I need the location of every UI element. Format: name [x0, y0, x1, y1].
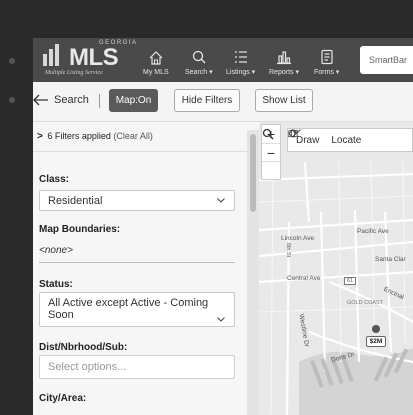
zoom-search-button[interactable] — [262, 128, 280, 179]
back-label: Search — [54, 94, 89, 106]
map-label-pacific: Pacific Ave — [357, 228, 389, 235]
class-select[interactable]: Residential — [39, 190, 235, 211]
side-dot-2 — [9, 97, 15, 103]
nav-search[interactable]: Search ▾ — [185, 41, 213, 79]
nav-reports-label: Reports ▾ — [269, 69, 299, 76]
map-boundaries-underline — [39, 262, 235, 263]
locate-tool[interactable]: Locate — [288, 129, 362, 146]
panel-scrollbar[interactable] — [247, 130, 259, 415]
chevron-down-icon — [217, 198, 225, 203]
dist-nbrhood-sub-label: Dist/Nbrhood/Sub: — [39, 342, 128, 353]
expand-chevron-icon[interactable]: > — [37, 131, 43, 142]
zoom-control: + − — [261, 124, 281, 180]
city-area-label: City/Area: — [39, 393, 87, 404]
map-label-8th: 8th St — [285, 242, 292, 258]
side-dot-1 — [9, 58, 15, 64]
map-view[interactable]: Lincoln Ave Pacific Ave Central Ave 61 S… — [259, 122, 413, 415]
nav-listings[interactable]: Listings ▾ — [226, 41, 255, 79]
filters-applied-text: 6 Filters applied — [47, 131, 111, 141]
map-label-gold-coast: GOLD COAST — [347, 300, 384, 306]
show-list-button[interactable]: Show List — [255, 89, 313, 112]
document-icon — [321, 49, 333, 65]
map-boundaries-label: Map Boundaries: — [39, 224, 121, 235]
map-icon — [288, 129, 298, 138]
logo-text: MLS — [69, 44, 119, 71]
logo-bars-icon — [43, 44, 65, 66]
hide-filters-button[interactable]: Hide Filters — [174, 89, 240, 112]
logo-tagline: Multiple Listing Service — [45, 70, 103, 76]
nav-listings-label: Listings ▾ — [226, 69, 256, 76]
locate-label: Locate — [331, 134, 362, 146]
map-label-central: Central Ave — [287, 275, 321, 282]
chevron-down-icon — [217, 317, 225, 322]
draw-label: Draw — [296, 134, 320, 146]
search-toolbar: Search Map:On Hide Filters Show List — [33, 82, 413, 122]
map-streets — [259, 122, 413, 415]
class-value: Residential — [48, 195, 103, 207]
nav-forms-label: Forms ▾ — [314, 69, 340, 76]
smartbar-input[interactable]: SmartBar — [360, 46, 413, 74]
price-marker[interactable]: $2M — [366, 336, 386, 347]
map-boundaries-value[interactable]: <none> — [39, 245, 73, 256]
map-label-lincoln: Lincoln Ave — [281, 235, 315, 242]
nav-search-label: Search ▾ — [185, 69, 213, 76]
map-route-shield: 61 — [344, 277, 357, 285]
map-label-santa-clara: Santa Clar — [375, 256, 406, 263]
draw-tool[interactable]: Draw — [288, 129, 320, 146]
map-on-button[interactable]: Map:On — [109, 89, 158, 112]
back-arrow-icon — [33, 94, 48, 106]
scrollbar-thumb[interactable] — [250, 134, 256, 212]
filter-panel: > 6 Filters applied (Clear All) Class: R… — [33, 122, 259, 415]
dist-nbrhood-sub-input[interactable]: Select options... — [39, 355, 235, 379]
nav-reports[interactable]: Reports ▾ — [269, 41, 299, 79]
app-header: GEORGIA MLS Multiple Listing Service My … — [33, 38, 413, 82]
home-icon — [149, 51, 163, 65]
bar-chart-icon — [276, 51, 291, 65]
back-to-search-button[interactable]: Search — [33, 94, 89, 106]
map-tools-bar: Draw Locate — [287, 128, 413, 152]
nav-my-mls-label: My MLS — [143, 69, 169, 76]
filters-applied-bar[interactable]: > 6 Filters applied (Clear All) — [33, 122, 247, 152]
clear-all-link[interactable]: (Clear All) — [113, 131, 153, 141]
list-icon — [234, 51, 247, 63]
nav-my-mls[interactable]: My MLS — [143, 41, 169, 79]
zoom-out-button[interactable]: − — [262, 143, 280, 161]
status-select[interactable]: All Active except Active - Coming Soon — [39, 292, 235, 327]
search-icon — [192, 50, 206, 64]
toolbar-divider — [99, 94, 100, 108]
nav-forms[interactable]: Forms ▾ — [314, 41, 339, 79]
status-value: All Active except Active - Coming Soon — [48, 297, 209, 321]
class-label: Class: — [39, 174, 70, 185]
status-label: Status: — [39, 279, 73, 290]
magnify-icon — [262, 128, 274, 140]
